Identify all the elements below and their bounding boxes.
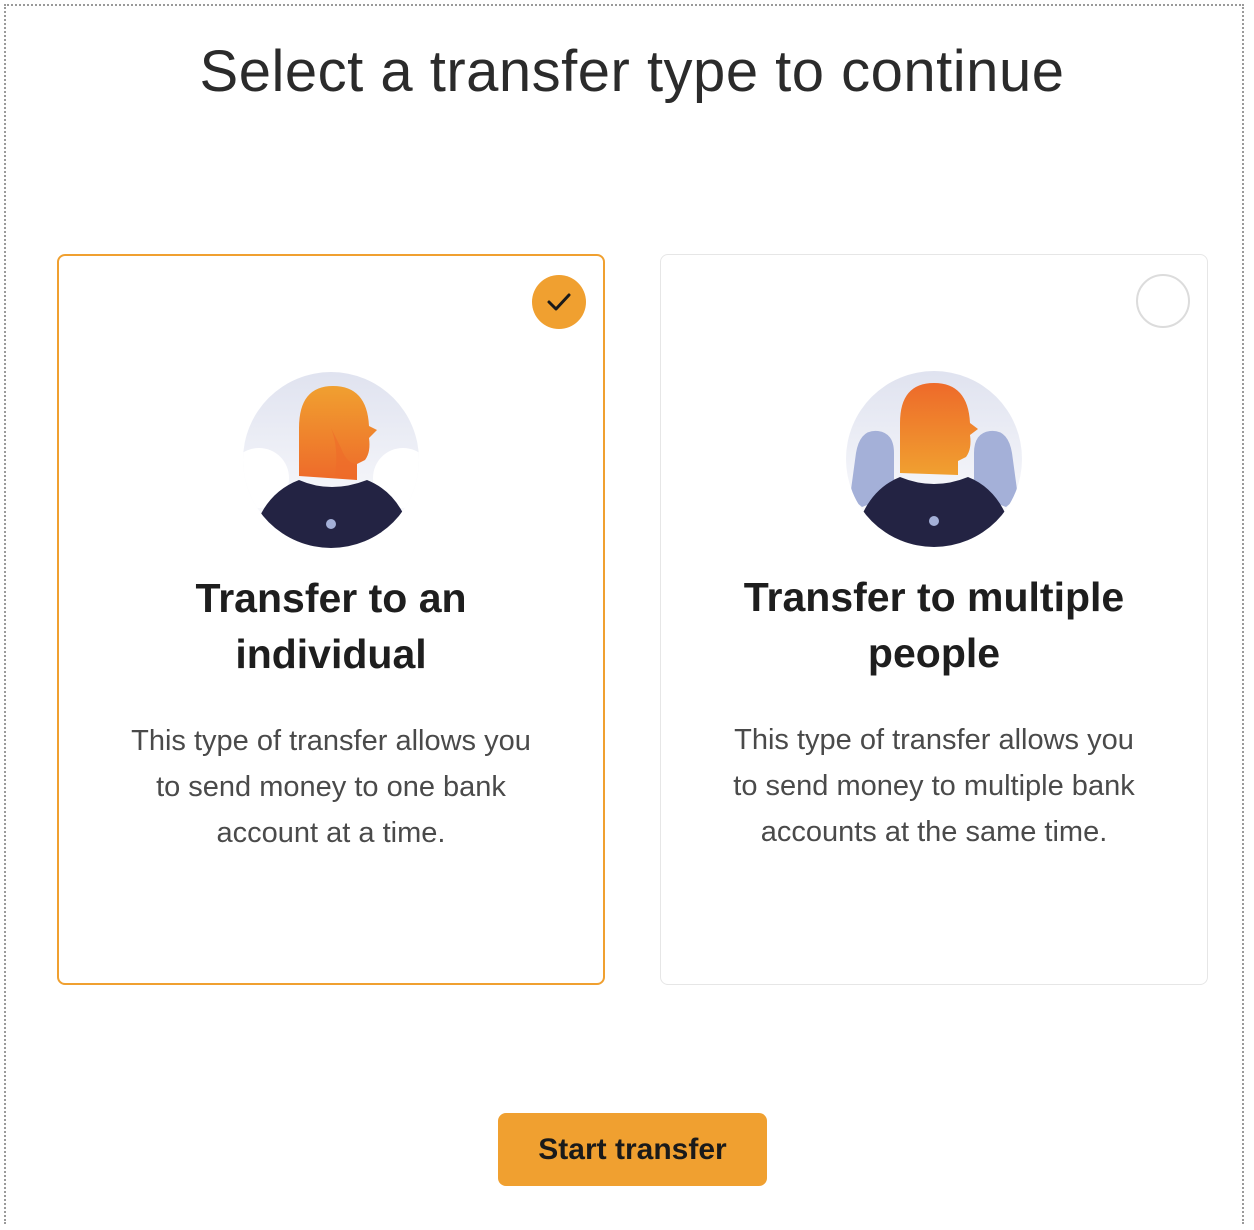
page-title: Select a transfer type to continue xyxy=(199,39,1065,104)
start-transfer-button[interactable]: Start transfer xyxy=(498,1113,767,1186)
unselected-radio-icon[interactable] xyxy=(1136,274,1190,328)
group-people-avatar-icon xyxy=(842,367,1022,552)
transfer-option-individual[interactable]: Transfer to an individual This type of t… xyxy=(57,254,605,985)
option-description: This type of transfer allows you to send… xyxy=(733,724,1135,848)
transfer-option-multiple[interactable]: Transfer to multiple people This type of… xyxy=(660,254,1208,985)
option-title: Transfer to an individual xyxy=(195,575,467,677)
option-title: Transfer to multiple people xyxy=(743,574,1125,676)
selected-check-icon[interactable] xyxy=(532,275,586,329)
option-description: This type of transfer allows you to send… xyxy=(131,725,531,849)
single-person-avatar-icon xyxy=(239,368,419,553)
